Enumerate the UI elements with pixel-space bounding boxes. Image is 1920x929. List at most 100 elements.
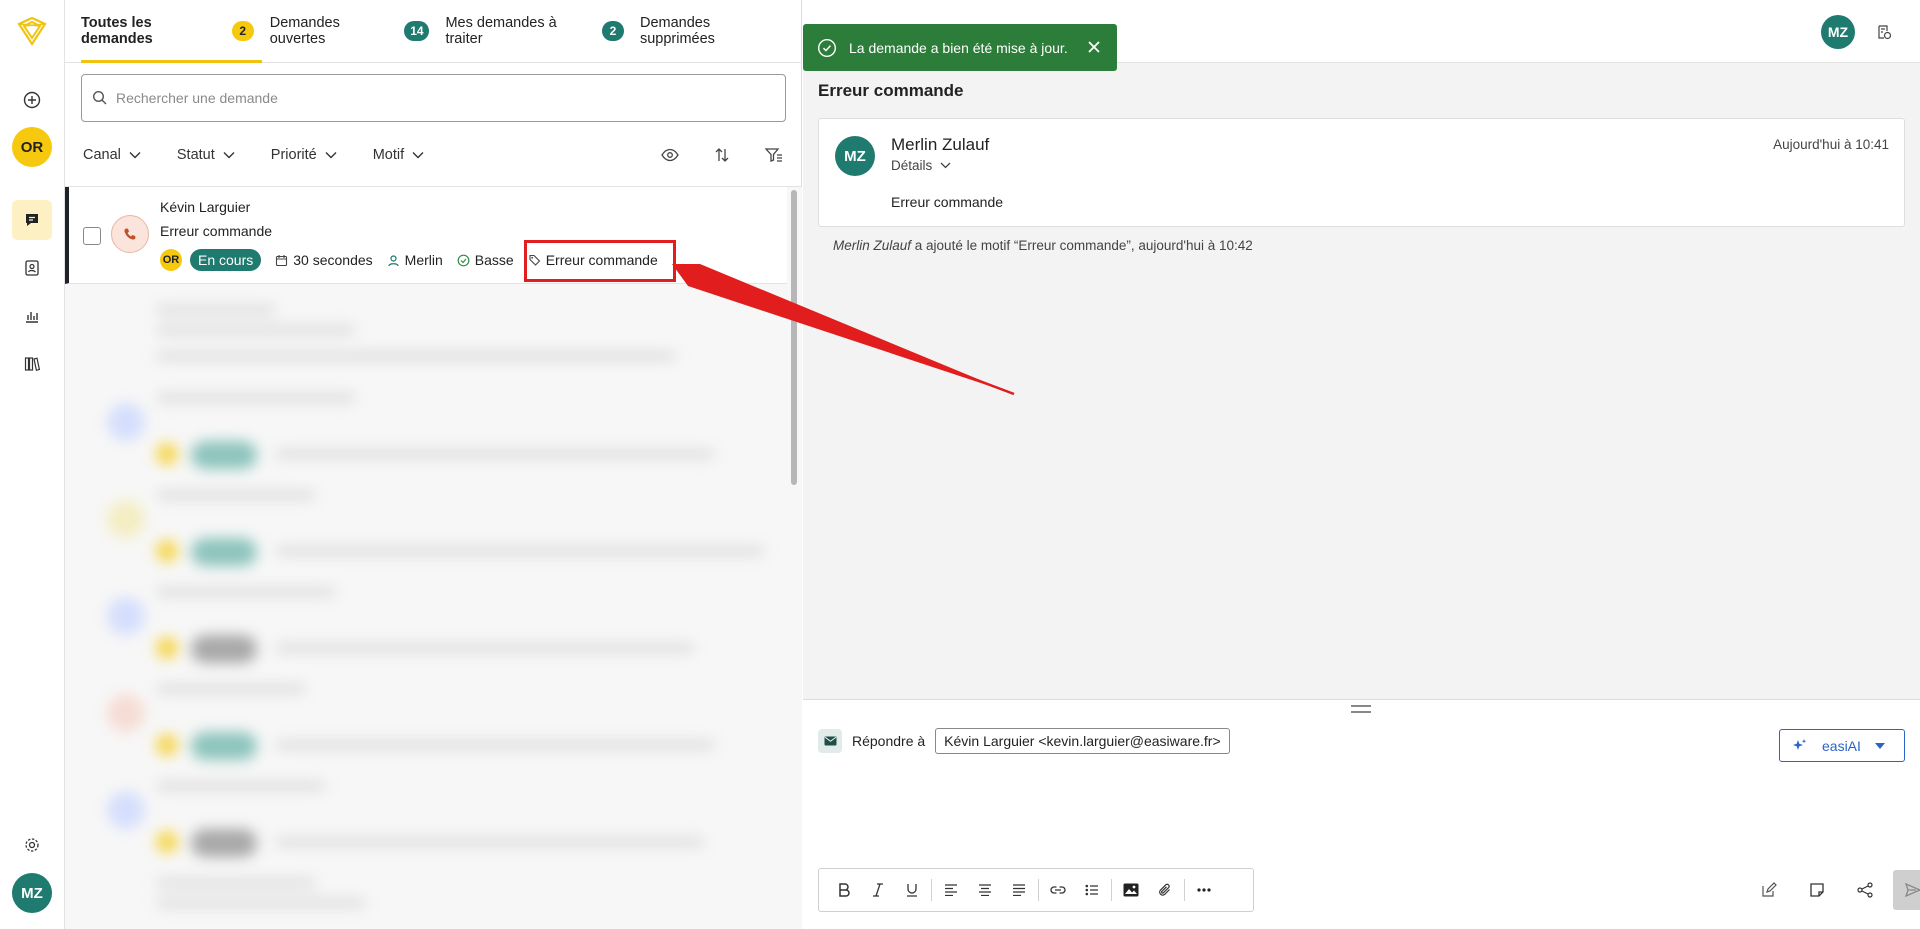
notes-button[interactable] [1873,21,1895,43]
plus-circle-icon [23,91,41,109]
advanced-filter-button[interactable] [762,143,786,167]
org-avatar[interactable]: OR [12,127,52,167]
message-card: MZ Merlin Zulauf Détails Aujourd'hui à 1… [818,118,1905,227]
blurred-list-item [65,868,787,929]
activity-text: a ajouté le motif “Erreur commande”, auj… [911,238,1253,253]
tab-label: Mes demandes à traiter [445,15,557,47]
settings-nav-button[interactable] [12,825,52,865]
search-box [81,74,786,122]
assignee: Merlin [387,252,443,268]
author-name: Merlin Zulauf [891,135,990,154]
sort-icon [715,148,729,162]
details-toggle[interactable]: Détails [891,158,951,173]
bullet-list-button[interactable] [1075,875,1109,905]
link-button[interactable] [1041,875,1075,905]
priority: Basse [457,252,514,268]
tab-label: Demandes ouvertes [269,15,340,47]
contact-book-icon [25,260,39,276]
insert-image-button[interactable] [1114,875,1148,905]
blurred-list-item [65,480,787,577]
chevron-down-icon [940,162,951,169]
toast-close-button[interactable] [1085,38,1103,56]
filter-label: Priorité [270,147,317,163]
align-center-button[interactable] [968,875,1002,905]
tab-my-requests[interactable]: Mes demandes à traiter 2 [445,0,632,62]
view-toggle-button[interactable] [658,143,682,167]
logo-icon[interactable] [15,14,49,48]
filter-canal[interactable]: Canal [81,147,141,163]
details-label: Détails [891,158,933,173]
filter-icon [765,148,782,162]
eye-icon [661,148,679,162]
bar-chart-icon [26,312,38,323]
note-icon [1810,883,1824,897]
email-channel-icon [818,729,842,753]
toast-message: La demande a bien été mise à jour. [849,39,1068,56]
easiai-label: easiAI [1822,737,1861,754]
channel-badge [111,215,149,253]
envelope-icon [824,736,836,746]
status-badge: En cours [190,249,262,271]
reply-composer: Répondre à Kévin Larguier <kevin.larguie… [803,699,1920,929]
recipient-field[interactable]: Kévin Larguier <kevin.larguier@easiware.… [935,728,1230,754]
ticket-title: Erreur commande [818,81,964,100]
filter-statut[interactable]: Statut [175,147,235,163]
tab-deleted-requests[interactable]: Demandes supprimées [640,0,794,62]
attachment-button[interactable] [1148,875,1182,905]
align-justify-button[interactable] [1002,875,1036,905]
priority-text: Basse [474,252,514,268]
align-left-button[interactable] [934,875,968,905]
request-list: Kévin Larguier Erreur commande OR En cou… [65,186,802,929]
statistics-nav-button[interactable] [12,296,52,336]
transfer-button[interactable] [1845,870,1885,910]
tab-label: Demandes supprimées [639,15,715,47]
count-badge: 2 [231,21,254,41]
align-left-icon [945,884,957,896]
bold-button[interactable] [827,875,861,905]
align-center-icon [979,884,991,896]
sort-button[interactable] [710,143,734,167]
user-avatar[interactable]: MZ [12,873,52,913]
note-button[interactable] [1797,870,1837,910]
toolbar-divider [1184,879,1185,901]
close-icon [1088,41,1100,53]
share-icon [1857,882,1873,898]
search-icon [92,90,107,105]
filter-motif[interactable]: Motif [371,147,424,163]
italic-icon [873,883,883,897]
list-scrollbar[interactable] [791,190,797,485]
filter-priorite[interactable]: Priorité [269,147,337,163]
list-item[interactable]: Kévin Larguier Erreur commande OR En cou… [65,187,787,284]
send-button[interactable] [1893,870,1920,910]
requests-nav-button[interactable] [12,200,52,240]
count-badge: 2 [601,21,624,41]
library-icon [24,357,41,372]
sparkles-icon [1793,738,1807,750]
italic-button[interactable] [861,875,895,905]
underline-button[interactable] [895,875,929,905]
knowledge-nav-button[interactable] [12,344,52,384]
contacts-nav-button[interactable] [12,248,52,288]
reply-header: Répondre à Kévin Larguier <kevin.larguie… [818,728,1230,754]
account-avatar[interactable]: MZ [1821,15,1855,49]
toolbar-divider [1038,879,1039,901]
request-subject: Erreur commande [160,223,273,239]
easiai-button[interactable]: easiAI [1779,729,1905,762]
tab-all-requests[interactable]: Toutes les demandes 2 [81,0,262,63]
caret-down-icon [1874,742,1885,749]
more-options-button[interactable] [1187,875,1221,905]
create-request-button[interactable] [12,80,52,120]
author-avatar: MZ [835,136,875,176]
paperclip-icon [1159,883,1170,896]
duration: 30 secondes [275,252,373,268]
search-input[interactable] [116,90,756,106]
request-tabs: Toutes les demandes 2 Demandes ouvertes … [65,0,802,63]
select-checkbox[interactable] [83,227,101,245]
resize-handle[interactable] [1351,705,1371,713]
filter-bar: Canal Statut Priorité Motif [81,140,786,170]
tab-open-requests[interactable]: Demandes ouvertes 14 [270,0,438,62]
edit-button[interactable] [1749,870,1789,910]
filter-label: Motif [372,147,405,163]
blurred-list-item [65,771,787,868]
notes-icon [1878,25,1892,40]
